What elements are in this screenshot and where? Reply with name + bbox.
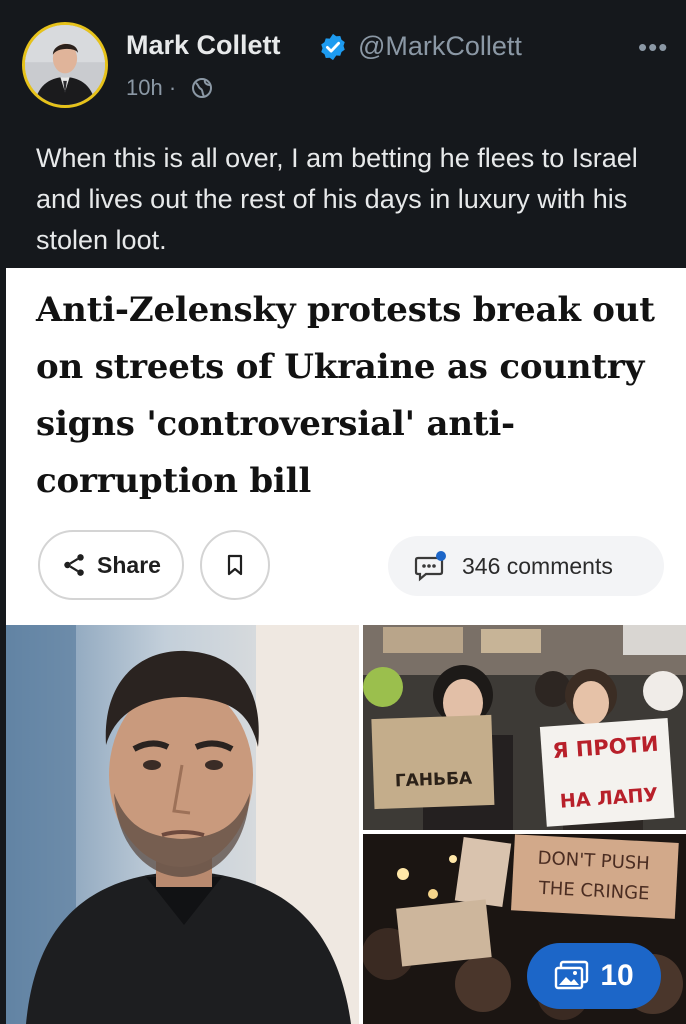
post-text: When this is all over, I am betting he f… bbox=[36, 143, 638, 255]
author-name[interactable]: Mark Collett bbox=[126, 30, 281, 61]
author-handle[interactable]: @MarkCollett bbox=[358, 31, 522, 62]
article-headline[interactable]: Anti-Zelensky protests break out on stre… bbox=[36, 282, 676, 510]
protest-photo-1[interactable]: ГАНЬБА Я ПРОТИ НА ЛАПУ bbox=[363, 625, 686, 830]
photo-count: 10 bbox=[600, 959, 634, 992]
share-label: Share bbox=[97, 551, 161, 578]
gallery-icon bbox=[555, 960, 589, 990]
sign-text-ganba: ГАНЬБА bbox=[395, 769, 474, 792]
post-timestamp[interactable]: 10h · bbox=[126, 75, 176, 101]
share-icon bbox=[64, 554, 84, 576]
globe-icon bbox=[192, 78, 212, 98]
comments-button[interactable]: 346 comments bbox=[388, 536, 664, 596]
share-button[interactable]: Share bbox=[38, 530, 184, 600]
more-options-icon[interactable]: ••• bbox=[638, 32, 668, 63]
post-header: Mark Collett @MarkCollett ••• 10h · When… bbox=[0, 0, 686, 268]
avatar[interactable] bbox=[22, 22, 108, 108]
verified-badge-icon bbox=[321, 33, 345, 61]
article-card[interactable]: Anti-Zelensky protests break out on stre… bbox=[6, 268, 686, 1024]
bookmark-button[interactable] bbox=[200, 530, 270, 600]
bookmark-icon bbox=[227, 554, 243, 576]
comment-bubble-icon bbox=[414, 551, 446, 582]
main-photo[interactable] bbox=[6, 625, 359, 1024]
comments-count: 346 comments bbox=[462, 552, 613, 579]
photo-count-badge[interactable]: 10 bbox=[527, 943, 661, 1009]
photo-gallery[interactable]: ГАНЬБА Я ПРОТИ НА ЛАПУ DON'T PUSH THE CR… bbox=[6, 625, 686, 1024]
